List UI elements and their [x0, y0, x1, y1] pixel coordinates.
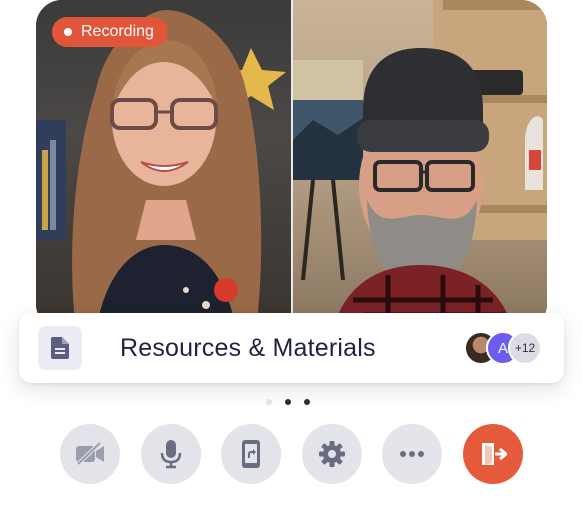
avatar-overflow-count: +12: [508, 331, 542, 365]
video-grid: [36, 0, 547, 330]
participant-left-image: [36, 10, 286, 330]
more-icon: [400, 451, 424, 457]
camera-off-button[interactable]: [60, 424, 120, 484]
leave-call-button[interactable]: [463, 424, 523, 484]
recording-label: Recording: [81, 23, 154, 40]
document-icon: [38, 326, 82, 370]
exit-door-icon: [482, 443, 507, 465]
recording-badge: Recording: [52, 17, 168, 47]
gear-icon: [319, 441, 345, 467]
recording-dot-icon: [64, 28, 72, 36]
participant-video-left[interactable]: [36, 0, 291, 330]
page-indicator: [266, 399, 310, 405]
page-dot[interactable]: [266, 399, 272, 405]
video-off-icon: [76, 442, 104, 466]
participant-right-image: [293, 0, 547, 330]
more-options-button[interactable]: [382, 424, 442, 484]
participant-avatars[interactable]: A +12: [464, 331, 544, 365]
page-dot-active[interactable]: [285, 399, 291, 405]
settings-button[interactable]: [302, 424, 362, 484]
call-controls: [0, 424, 583, 484]
share-screen-button[interactable]: [221, 424, 281, 484]
card-title: Resources & Materials: [120, 333, 376, 362]
share-screen-icon: [242, 440, 260, 468]
resources-card[interactable]: Resources & Materials A +12: [19, 313, 564, 383]
microphone-icon: [160, 440, 182, 469]
microphone-button[interactable]: [141, 424, 201, 484]
participant-video-right[interactable]: [293, 0, 547, 330]
page-dot[interactable]: [304, 399, 310, 405]
